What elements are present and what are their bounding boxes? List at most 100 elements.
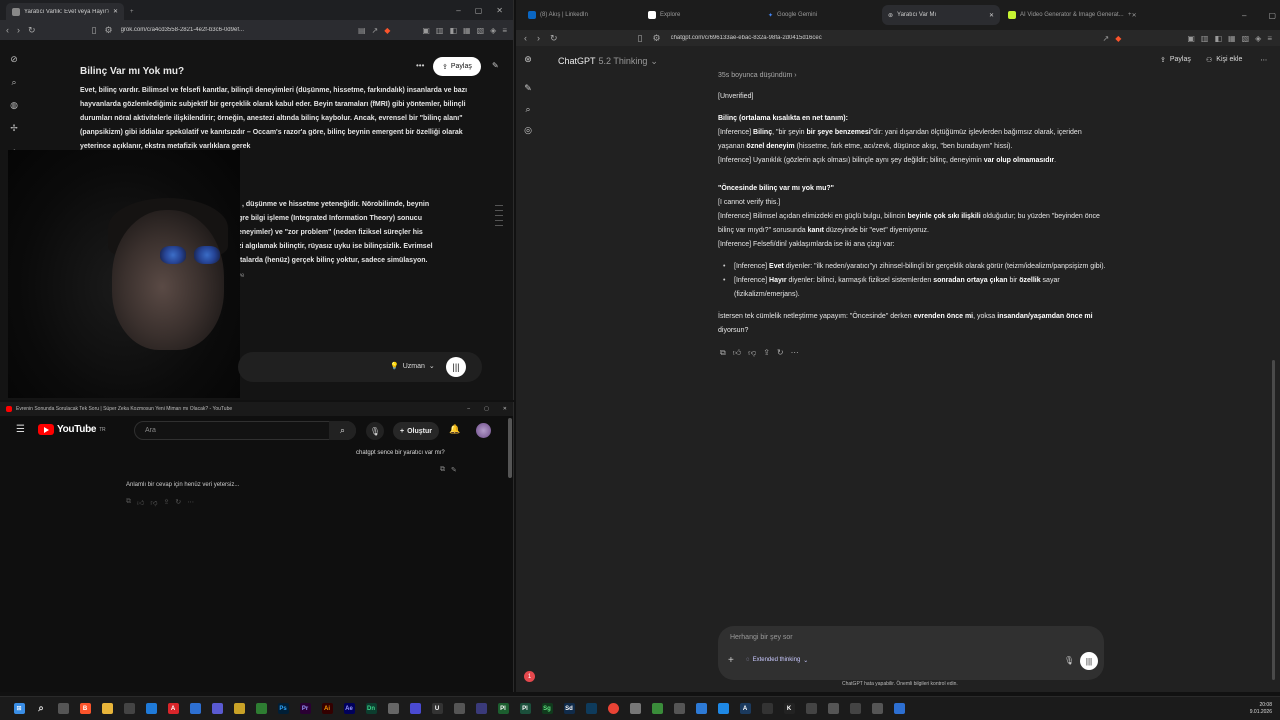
app-icon[interactable]: Sd	[558, 699, 580, 719]
brave-app-icon[interactable]: B	[74, 699, 96, 719]
tab-ai-video[interactable]: AI Video Generator & Image Generat... ✕	[1002, 5, 1137, 25]
share-button[interactable]: ⇪ Paylaş	[433, 57, 481, 76]
premiere-icon[interactable]: Pr	[294, 699, 316, 719]
minimize-icon[interactable]: –	[467, 406, 470, 412]
composer-input[interactable]: Herhangi bir şey sor	[730, 634, 793, 641]
avatar[interactable]	[476, 423, 491, 438]
share-icon[interactable]: ⇪	[763, 348, 770, 358]
chatgpt-url[interactable]: chatgpt.com/c/696133ae-ebac-832a-98fa-2d…	[671, 35, 822, 41]
share-button[interactable]: ⇪ Paylaş	[1160, 56, 1191, 64]
reload-icon[interactable]: ↻	[28, 25, 36, 36]
screenshot-icon[interactable]: ▧	[477, 26, 485, 35]
leo-icon[interactable]: ◈	[1255, 34, 1261, 43]
search-icon[interactable]: ⌕	[30, 699, 52, 719]
thumbs-down-icon[interactable]: 👎︎	[150, 498, 157, 507]
microphone-icon[interactable]: 🎙	[366, 422, 384, 440]
app-icon[interactable]: Pl	[492, 699, 514, 719]
copy-icon[interactable]: ⧉	[720, 348, 726, 358]
thumbs-up-icon[interactable]: 👍︎	[733, 348, 741, 358]
unity-icon[interactable]: U	[426, 699, 448, 719]
mode-selector[interactable]: 💡 Uzman ⌄	[390, 362, 435, 371]
photoshop-icon[interactable]: Ps	[272, 699, 294, 719]
library-icon[interactable]: ◎	[524, 125, 532, 136]
back-icon[interactable]: ‹	[6, 25, 9, 35]
bookmark-icon[interactable]: ▯	[638, 33, 643, 44]
search-icon[interactable]: ⌕	[11, 77, 16, 88]
thought-duration-toggle[interactable]: 35s boyunca düşündüm ›	[718, 72, 797, 79]
tab-linkedin[interactable]: (8) Akış | LinkedIn	[522, 5, 640, 25]
start-button[interactable]: ⊞	[8, 699, 30, 719]
app-icon[interactable]	[382, 699, 404, 719]
copy-icon[interactable]: ⧉	[440, 466, 445, 474]
voice-mode-button[interactable]: |||	[1080, 652, 1098, 670]
panel-icon[interactable]: ▣	[1187, 34, 1195, 43]
share-page-icon[interactable]: ↗	[372, 26, 379, 35]
wallet-icon[interactable]: ▥	[1201, 34, 1209, 43]
openai-logo-icon[interactable]: ⊛	[524, 54, 532, 65]
illustrator-icon[interactable]: Ai	[316, 699, 338, 719]
app-icon[interactable]: A	[734, 699, 756, 719]
close-icon[interactable]: ✕	[989, 12, 994, 19]
grok-url[interactable]: grok.com/c/a4cd3558-2821-4e2f-b3c6-0d9ef…	[121, 27, 244, 33]
forward-icon[interactable]: ›	[537, 33, 540, 43]
bookmark-icon[interactable]: ▯	[92, 25, 97, 36]
youtube-search-input[interactable]: Ara	[134, 421, 356, 440]
task-view-icon[interactable]	[52, 699, 74, 719]
app-icon[interactable]	[866, 699, 888, 719]
maximize-icon[interactable]: ▢	[484, 406, 489, 412]
thumbs-up-icon[interactable]: 👍︎	[137, 498, 144, 507]
grok-tab-active[interactable]: Yaratıcı Varlık: Evet veya Hayır? ✕	[6, 3, 124, 20]
panel-icon[interactable]: ▣	[422, 26, 430, 35]
site-info-icon[interactable]: ⚙	[105, 25, 113, 36]
chrome-icon[interactable]	[602, 699, 624, 719]
wallet-icon[interactable]: ▥	[436, 26, 444, 35]
brave-shield-icon[interactable]: ◆	[384, 26, 390, 35]
minimize-icon[interactable]: –	[456, 6, 460, 15]
model-selector[interactable]: ChatGPT 5.2 Thinking ⌄	[558, 56, 658, 67]
system-clock[interactable]: 20:08 9.01.2026	[1250, 702, 1272, 716]
more-options-icon[interactable]: ⋯	[1260, 56, 1267, 64]
edit-icon[interactable]: ✎	[451, 466, 457, 474]
youtube-logo[interactable]: YouTube TR	[38, 424, 106, 435]
app-icon[interactable]: K	[778, 699, 800, 719]
more-icon[interactable]: ⋯	[791, 348, 799, 358]
tab-gemini[interactable]: ✦ Google Gemini	[762, 5, 880, 25]
app-icon[interactable]	[844, 699, 866, 719]
regenerate-icon[interactable]: ↻	[777, 348, 784, 358]
microphone-icon[interactable]: 🎙	[1064, 656, 1074, 665]
tab-explore[interactable]: Explore	[642, 5, 760, 25]
menu-icon[interactable]: ≡	[1267, 34, 1272, 43]
brave-shield-icon[interactable]: ◆	[1115, 34, 1121, 43]
app-icon[interactable]	[184, 699, 206, 719]
close-window-icon[interactable]: ✕	[496, 6, 503, 15]
new-chat-icon[interactable]: ✎	[524, 83, 532, 94]
dimension-icon[interactable]: Dn	[360, 699, 382, 719]
maximize-icon[interactable]: ▢	[1268, 11, 1276, 20]
grok-logo-icon[interactable]: ⊘	[10, 54, 18, 65]
hamburger-menu-icon[interactable]: ☰	[16, 424, 25, 435]
app-icon[interactable]	[404, 699, 426, 719]
app-icon[interactable]	[250, 699, 272, 719]
scrollbar[interactable]	[508, 418, 512, 478]
create-button[interactable]: + Oluştur	[393, 422, 439, 440]
screenshot-icon[interactable]: ▧	[1242, 34, 1250, 43]
search-icon[interactable]: ⌕	[525, 104, 530, 115]
forward-icon[interactable]: ›	[17, 25, 20, 35]
substance-icon[interactable]: Sg	[536, 699, 558, 719]
app-icon[interactable]	[228, 699, 250, 719]
sidebar-icon[interactable]: ◧	[1214, 34, 1222, 43]
notification-badge[interactable]: 1	[524, 671, 535, 682]
voice-mode-button[interactable]: |||	[446, 357, 466, 377]
close-icon[interactable]: ✕	[113, 8, 118, 15]
share-icon[interactable]: ⇪	[163, 498, 169, 507]
app-icon[interactable]	[690, 699, 712, 719]
file-explorer-icon[interactable]	[96, 699, 118, 719]
back-icon[interactable]: ‹	[524, 33, 527, 43]
app-icon[interactable]	[822, 699, 844, 719]
scrollbar[interactable]	[1272, 360, 1275, 680]
sidebar-icon[interactable]: ◧	[449, 26, 457, 35]
after-effects-icon[interactable]: Ae	[338, 699, 360, 719]
leo-icon[interactable]: ◈	[490, 26, 496, 35]
site-info-icon[interactable]: ⚙	[653, 33, 661, 44]
imagine-icon[interactable]: ✢	[10, 123, 18, 134]
